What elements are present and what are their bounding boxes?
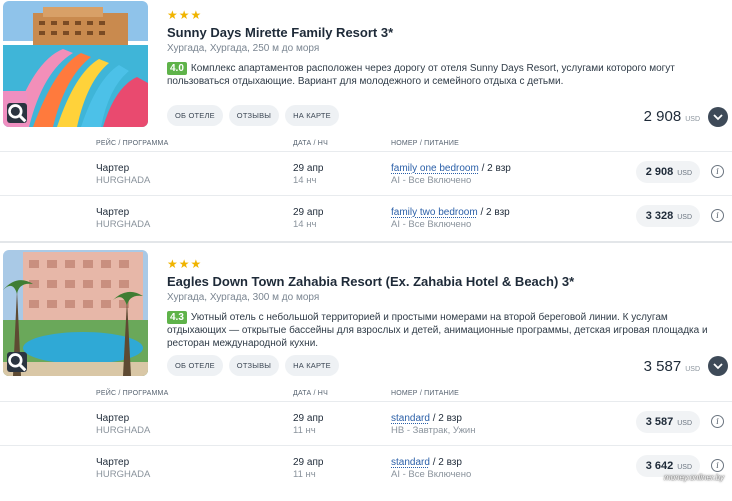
hotel-name[interactable]: Eagles Down Town Zahabia Resort (Ex. Zah…	[167, 273, 727, 290]
divider	[0, 401, 732, 402]
offer-guests: / 2 взр	[429, 413, 462, 424]
header-room: НОМЕР / ПИТАНИЕ	[391, 390, 460, 397]
map-button[interactable]: НА КАРТЕ	[285, 355, 339, 376]
header-room: НОМЕР / ПИТАНИЕ	[391, 140, 460, 147]
offer-city: HURGHADA	[96, 175, 151, 186]
description-text: Комплекс апартаментов расположен через д…	[167, 63, 675, 87]
map-button[interactable]: НА КАРТЕ	[285, 105, 339, 126]
offer-price: 3 587	[645, 416, 674, 428]
price-value: 2 908	[643, 108, 682, 125]
offer-city: HURGHADA	[96, 219, 151, 230]
hotel-actions: ОБ ОТЕЛЕ ОТЗЫВЫ НА КАРТЕ	[167, 105, 339, 126]
offer-nights: 11 нч	[293, 425, 316, 436]
offer-guests: / 2 взр	[478, 163, 511, 174]
price-currency: USD	[685, 366, 700, 373]
star-rating: ★★★	[167, 8, 203, 22]
offer-price-button[interactable]: 2 908 USD	[635, 161, 700, 183]
offer-room-link[interactable]: family one bedroom	[391, 163, 479, 174]
info-icon[interactable]: i	[711, 459, 724, 472]
reviews-button[interactable]: ОТЗЫВЫ	[228, 355, 280, 376]
offer-city: HURGHADA	[96, 469, 151, 480]
hotel-info: ★★★ Sunny Days Mirette Family Resort 3* …	[167, 9, 727, 88]
offer-date: 29 апр	[293, 163, 324, 174]
header-flight: РЕЙС / ПРОГРАММА	[96, 140, 169, 147]
info-icon[interactable]: i	[711, 209, 724, 222]
divider	[0, 445, 732, 446]
offer-guests: / 2 взр	[429, 457, 462, 468]
offer-meal: AI - Все Включено	[391, 219, 472, 230]
rating-badge: 4.3	[167, 311, 187, 324]
hotel-info: ★★★ Eagles Down Town Zahabia Resort (Ex.…	[167, 258, 727, 350]
info-icon[interactable]: i	[711, 415, 724, 428]
offer-meal: AI - Все Включено	[391, 469, 472, 480]
offer-nights: 11 нч	[293, 469, 316, 480]
hotel-location: Хургада, Хургада, 250 м до моря	[167, 43, 320, 54]
offer-program: Чартер	[96, 163, 130, 174]
offer-nights: 14 нч	[293, 175, 317, 186]
offer-program: Чартер	[96, 207, 130, 218]
hotel-photo[interactable]	[3, 250, 148, 376]
magnifier-icon[interactable]	[7, 103, 27, 123]
header-flight: РЕЙС / ПРОГРАММА	[96, 390, 169, 397]
price-value: 3 587	[643, 358, 682, 375]
chevron-down-icon[interactable]	[708, 107, 728, 127]
hotel-name[interactable]: Sunny Days Mirette Family Resort 3*	[167, 24, 727, 41]
offer-price-button[interactable]: 3 587 USD	[635, 411, 700, 433]
offer-guests: / 2 взр	[477, 207, 510, 218]
offer-currency: USD	[677, 463, 692, 471]
hotel-location: Хургада, Хургада, 300 м до моря	[167, 292, 320, 303]
hotel-min-price: 2 908 USD	[644, 108, 700, 125]
divider	[0, 195, 732, 196]
divider	[0, 151, 732, 152]
offer-price-button[interactable]: 3 328 USD	[635, 205, 700, 227]
header-date: ДАТА / НЧ	[293, 390, 328, 397]
offer-date: 29 апр	[293, 457, 324, 468]
rating-badge: 4.0	[167, 62, 187, 75]
offer-currency: USD	[677, 419, 692, 427]
star-rating: ★★★	[167, 257, 203, 271]
offer-row[interactable]: Чартер HURGHADA 29 апр 14 нч family one be…	[0, 161, 732, 207]
hotel-min-price: 3 587 USD	[644, 358, 700, 375]
price-currency: USD	[685, 116, 700, 123]
chevron-down-icon[interactable]	[708, 356, 728, 376]
offer-row[interactable]: Чартер HURGHADA 29 апр 11 нч standard / 2 …	[0, 455, 732, 501]
offer-price: 3 642	[645, 460, 674, 472]
offer-room-link[interactable]: standard	[391, 457, 430, 468]
offer-room-link[interactable]: family two bedroom	[391, 207, 478, 218]
hotel-actions: ОБ ОТЕЛЕ ОТЗЫВЫ НА КАРТЕ	[167, 355, 339, 376]
header-date: ДАТА / НЧ	[293, 140, 328, 147]
offer-program: Чартер	[96, 413, 130, 424]
offer-currency: USD	[677, 169, 692, 177]
offer-date: 29 апр	[293, 207, 324, 218]
magnifier-icon[interactable]	[7, 352, 27, 372]
offer-row[interactable]: Чартер HURGHADA 29 апр 14 нч family two be…	[0, 205, 732, 251]
about-hotel-button[interactable]: ОБ ОТЕЛЕ	[167, 355, 223, 376]
offer-meal: AI - Все Включено	[391, 175, 472, 186]
offer-city: HURGHADA	[96, 425, 151, 436]
offer-meal: HB - Завтрак, Ужин	[391, 425, 476, 436]
hotel-description: 4.3 Уютный отель с небольшой территорией …	[167, 311, 727, 350]
offer-room-link[interactable]: standard	[391, 413, 430, 424]
about-hotel-button[interactable]: ОБ ОТЕЛЕ	[167, 105, 223, 126]
reviews-button[interactable]: ОТЗЫВЫ	[228, 105, 280, 126]
offer-price: 3 328	[645, 210, 674, 222]
card-divider	[0, 241, 732, 243]
hotel-photo[interactable]	[3, 1, 148, 127]
hotel-description: 4.0 Комплекс апартаментов расположен чере…	[167, 62, 727, 88]
offer-price: 2 908	[645, 166, 674, 178]
description-text: Уютный отель с небольшой территорией и п…	[167, 312, 708, 349]
offer-date: 29 апр	[293, 413, 324, 424]
offer-row[interactable]: Чартер HURGHADA 29 апр 11 нч standard / 2 …	[0, 411, 732, 457]
offer-nights: 14 нч	[293, 219, 317, 230]
info-icon[interactable]: i	[711, 165, 724, 178]
offer-program: Чартер	[96, 457, 130, 468]
watermark: money.onliner.by	[663, 473, 724, 482]
offer-currency: USD	[677, 213, 692, 221]
